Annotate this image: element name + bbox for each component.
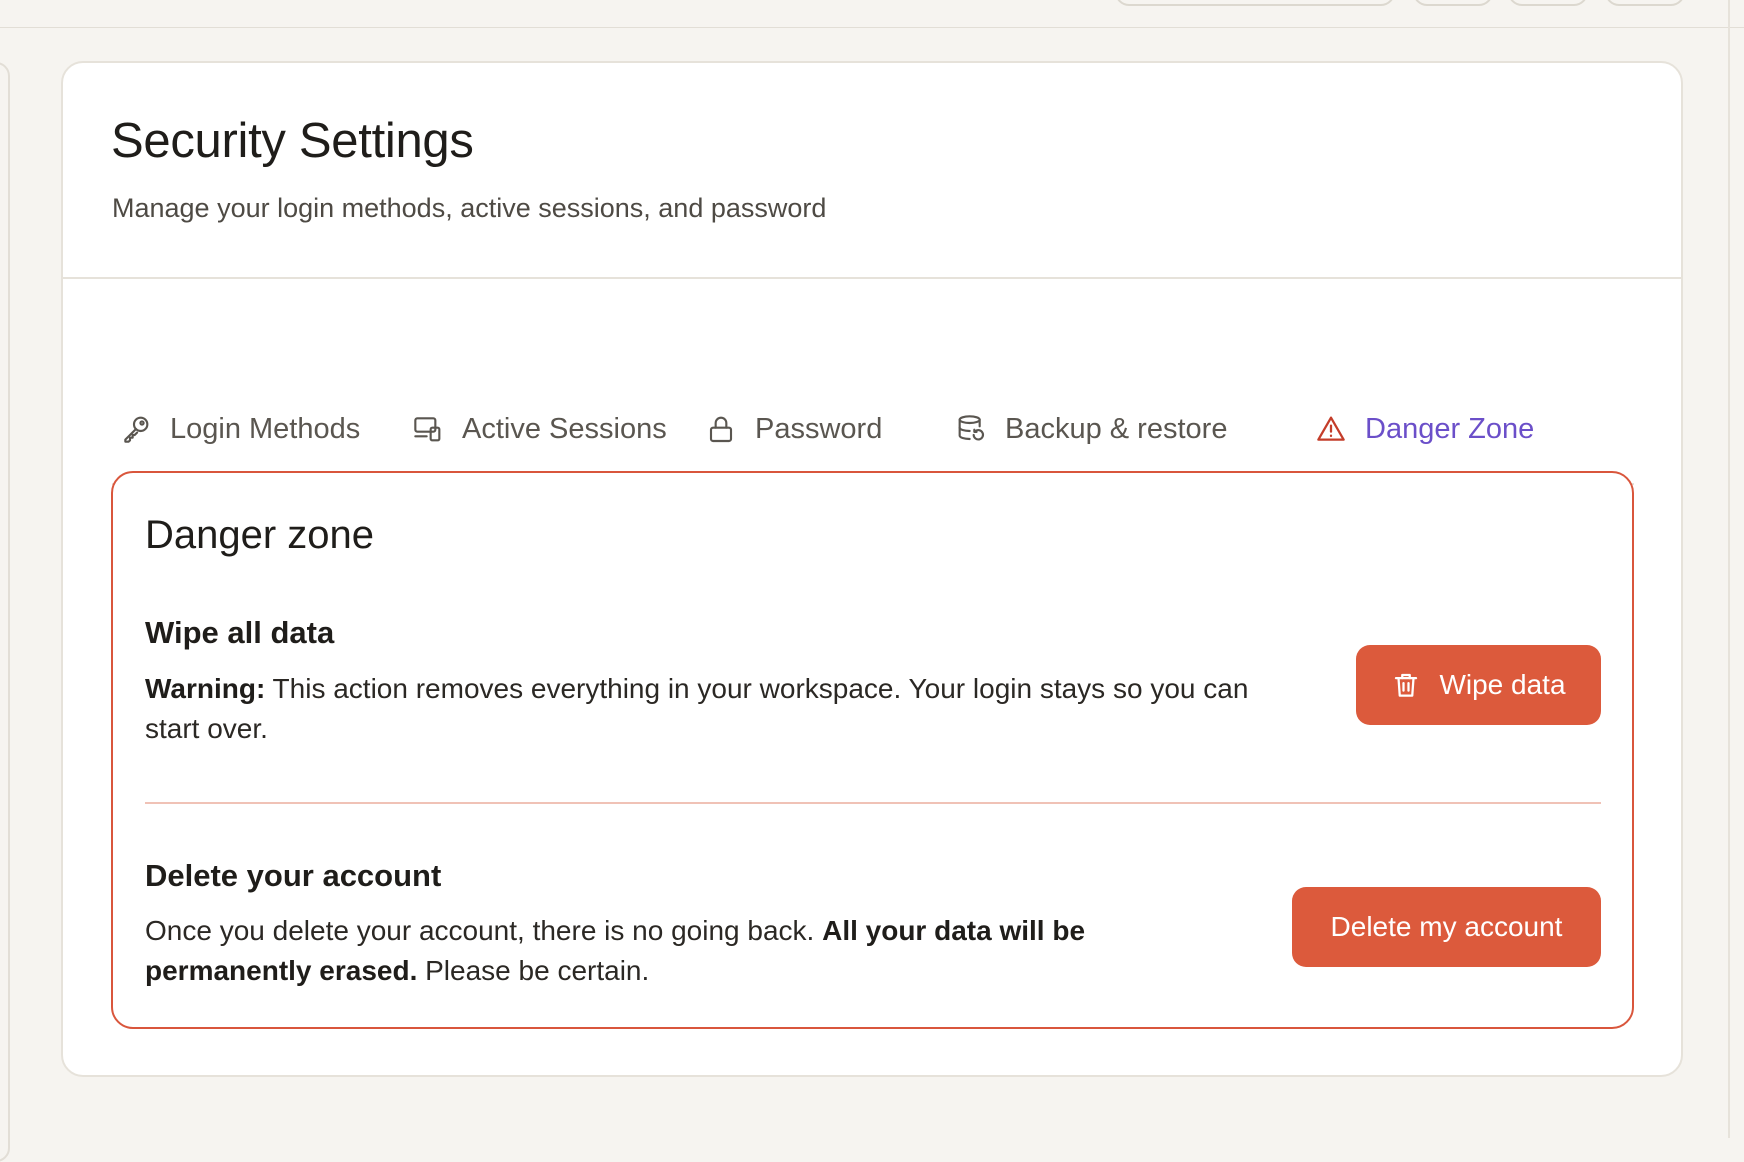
wipe-data-description: Warning: This action removes everything … <box>145 669 1275 749</box>
tab-label: Backup & restore <box>1005 413 1228 445</box>
tab-password[interactable]: Password <box>705 413 882 473</box>
tab-login-methods[interactable]: Login Methods <box>120 413 360 473</box>
danger-zone-title: Danger zone <box>145 513 375 557</box>
top-button-2[interactable] <box>1508 0 1588 6</box>
tab-active-sessions[interactable]: Active Sessions <box>412 413 667 473</box>
key-icon <box>120 413 152 445</box>
sidebar-edge <box>0 62 10 1162</box>
delete-description-start: Once you delete your account, there is n… <box>145 915 823 946</box>
delete-account-button[interactable]: Delete my account <box>1292 887 1601 967</box>
danger-zone-panel: Danger zone Wipe all data Warning: This … <box>111 471 1634 1029</box>
lock-icon <box>705 413 737 445</box>
wipe-data-button-label: Wipe data <box>1439 669 1566 700</box>
delete-account-button-label: Delete my account <box>1330 911 1563 942</box>
tab-label: Danger Zone <box>1365 413 1535 445</box>
wipe-data-heading: Wipe all data <box>145 615 335 650</box>
tab-label: Active Sessions <box>462 413 667 445</box>
delete-account-description: Once you delete your account, there is n… <box>145 911 1145 991</box>
tab-label: Login Methods <box>170 413 361 445</box>
database-restore-icon <box>955 413 987 445</box>
top-button-3[interactable] <box>1605 0 1685 6</box>
devices-icon <box>412 413 444 445</box>
scrollbar-track[interactable] <box>1728 0 1730 1138</box>
delete-description-end: Please be certain. <box>417 955 650 986</box>
top-button-1[interactable] <box>1413 0 1493 6</box>
warning-triangle-icon <box>1315 413 1347 445</box>
section-divider <box>145 802 1601 804</box>
wipe-data-button[interactable]: Wipe data <box>1356 645 1601 725</box>
tab-label: Password <box>755 413 883 445</box>
card-header: Security Settings Manage your login meth… <box>63 63 1681 279</box>
security-settings-card: Security Settings Manage your login meth… <box>61 61 1683 1077</box>
top-search-pill[interactable] <box>1115 0 1395 6</box>
settings-tabs: Login Methods Active Sessions Password B… <box>112 363 1634 485</box>
trash-icon <box>1391 670 1421 700</box>
warning-label: Warning: <box>145 673 266 704</box>
page-subtitle: Manage your login methods, active sessio… <box>112 193 827 223</box>
tab-backup-restore[interactable]: Backup & restore <box>955 413 1227 473</box>
top-bar <box>0 0 1744 28</box>
delete-account-heading: Delete your account <box>145 858 442 893</box>
wipe-description-text: This action removes everything in your w… <box>145 673 1249 744</box>
page-title: Security Settings <box>111 114 474 168</box>
tab-danger-zone[interactable]: Danger Zone <box>1315 413 1534 473</box>
